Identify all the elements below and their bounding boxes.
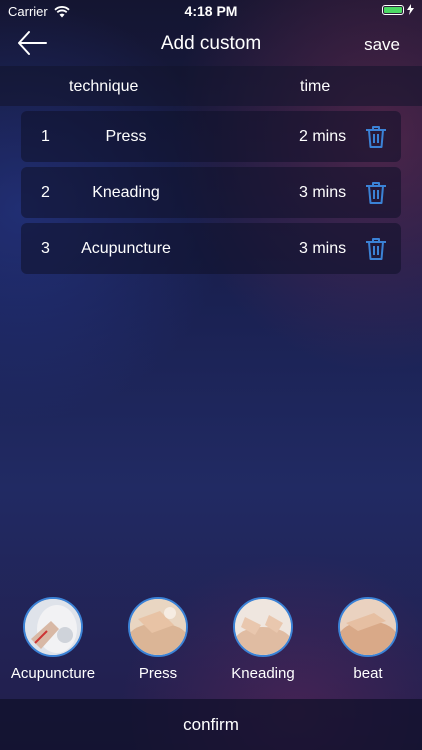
table-row: 1 Press 2 mins <box>21 111 401 162</box>
technique-picker: Acupuncture Press Kneading beat <box>0 597 422 697</box>
battery-indicator <box>382 4 414 15</box>
row-time[interactable]: 3 mins <box>299 184 346 202</box>
status-time: 4:18 PM <box>184 3 238 19</box>
technique-option-acupuncture[interactable]: Acupuncture <box>3 597 103 682</box>
table-row: 3 Acupuncture 3 mins <box>21 223 401 274</box>
technique-label: Press <box>138 665 178 682</box>
press-thumbnail <box>128 597 188 657</box>
technique-label: Acupuncture <box>10 665 96 682</box>
table-header: technique time <box>0 66 422 106</box>
technique-label: beat <box>353 665 383 682</box>
technique-option-beat[interactable]: beat <box>318 597 418 682</box>
delete-button[interactable] <box>365 181 387 205</box>
row-technique: Acupuncture <box>81 240 171 257</box>
row-technique: Press <box>105 128 147 145</box>
page-title: Add custom <box>160 33 262 54</box>
status-bar: Carrier 4:18 PM <box>0 0 422 22</box>
trash-icon <box>366 238 386 260</box>
bolt-icon <box>407 4 414 15</box>
acupuncture-thumbnail <box>23 597 83 657</box>
save-button[interactable]: save <box>364 35 400 55</box>
table-row: 2 Kneading 3 mins <box>21 167 401 218</box>
header-technique: technique <box>69 78 139 95</box>
technique-option-press[interactable]: Press <box>108 597 208 682</box>
beat-thumbnail <box>338 597 398 657</box>
technique-list: 1 Press 2 mins 2 Kneading 3 mins 3 Acupu… <box>21 111 401 279</box>
delete-button[interactable] <box>365 237 387 261</box>
row-index: 3 <box>41 240 50 257</box>
row-time[interactable]: 2 mins <box>299 128 346 146</box>
row-technique: Kneading <box>92 184 160 201</box>
technique-label: Kneading <box>231 665 295 682</box>
row-time[interactable]: 3 mins <box>299 240 346 258</box>
technique-option-kneading[interactable]: Kneading <box>213 597 313 682</box>
row-index: 2 <box>41 184 50 201</box>
delete-button[interactable] <box>365 125 387 149</box>
trash-icon <box>366 182 386 204</box>
confirm-button[interactable]: confirm <box>0 699 422 750</box>
battery-icon <box>382 4 404 15</box>
row-index: 1 <box>41 128 50 145</box>
trash-icon <box>366 126 386 148</box>
header-time: time <box>300 78 331 95</box>
nav-bar: Add custom save <box>0 22 422 66</box>
kneading-thumbnail <box>233 597 293 657</box>
